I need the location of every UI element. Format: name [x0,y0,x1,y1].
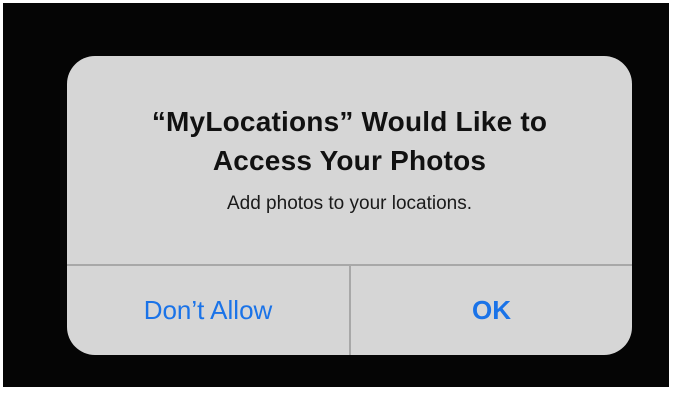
alert-content: “MyLocations” Would Like to Access Your … [67,56,632,264]
dont-allow-button[interactable]: Don’t Allow [67,266,349,355]
alert-title-line-2: Access Your Photos [212,145,487,176]
alert-title-line-1: “MyLocations” Would Like to [151,106,548,137]
alert-title: “MyLocations” Would Like to Access Your … [67,56,632,180]
permission-alert: “MyLocations” Would Like to Access Your … [67,56,632,355]
ok-button[interactable]: OK [351,266,632,355]
alert-message: Add photos to your locations. [226,193,473,214]
